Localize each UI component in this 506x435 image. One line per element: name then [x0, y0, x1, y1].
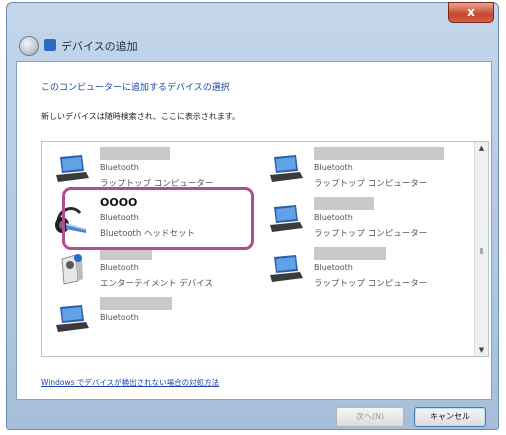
laptop-icon [270, 155, 303, 182]
dialog-content: このコンピューターに追加するデバイスの選択 新しいデバイスは随時検索され、ここに… [16, 61, 492, 400]
device-name-redacted [314, 197, 374, 210]
laptop-icon [56, 155, 89, 182]
device-type: Bluetooth [100, 213, 139, 222]
device-name-redacted [100, 297, 172, 310]
device-category: ラップトップ コンピューター [314, 179, 428, 189]
headset-icon [55, 207, 86, 233]
device-type: Bluetooth [100, 163, 139, 172]
title-bar: x デバイスの追加 [7, 2, 498, 63]
device-category: Bluetooth ヘッドセット [100, 229, 195, 239]
device-type: Bluetooth [314, 263, 353, 272]
device-item-headset[interactable]: OOOO Bluetooth Bluetooth ヘッドセット [48, 196, 248, 241]
device-name-redacted [100, 147, 170, 160]
back-button[interactable] [19, 36, 39, 56]
device-type: Bluetooth [314, 163, 353, 172]
device-name-redacted [314, 147, 444, 160]
device-name: OOOO [100, 196, 138, 209]
laptop-icon [270, 255, 303, 282]
close-button[interactable]: x [448, 2, 494, 23]
dialog-footer: 次へ(N) キャンセル [7, 399, 498, 429]
bluetooth-device-icon [44, 39, 56, 51]
help-link[interactable]: Windows でデバイスが検出されない場合の対処方法 [41, 377, 219, 388]
window-title: デバイスの追加 [61, 40, 138, 53]
page-subtext: 新しいデバイスは随時検索され、ここに表示されます。 [41, 112, 241, 121]
device-item[interactable]: Bluetooth ラップトップ コンピューター [262, 247, 462, 291]
cancel-button[interactable]: キャンセル [414, 407, 486, 427]
page-heading: このコンピューターに追加するデバイスの選択 [41, 83, 230, 93]
device-item[interactable]: Bluetooth ラップトップ コンピューター [262, 147, 462, 191]
device-item[interactable]: Bluetooth ラップトップ コンピューター [48, 147, 248, 191]
device-category: ラップトップ コンピューター [314, 229, 428, 239]
laptop-icon [56, 305, 89, 332]
device-item[interactable]: Bluetooth [48, 297, 248, 341]
scroll-up-icon[interactable]: ▲ [475, 142, 488, 154]
laptop-icon [270, 205, 303, 232]
device-list[interactable]: Bluetooth ラップトップ コンピューター Bluetooth ラップトッ… [41, 141, 489, 357]
device-name-redacted [314, 247, 386, 260]
device-item[interactable]: Bluetooth エンターテイメント デバイス [48, 247, 248, 291]
device-name-redacted [100, 247, 152, 260]
device-category: エンターテイメント デバイス [100, 279, 213, 289]
device-type: Bluetooth [100, 313, 139, 322]
device-category: ラップトップ コンピューター [100, 179, 214, 189]
device-type: Bluetooth [314, 213, 353, 222]
scrollbar-thumb[interactable] [480, 248, 483, 254]
next-button[interactable]: 次へ(N) [336, 407, 404, 427]
device-type: Bluetooth [100, 263, 139, 272]
device-item[interactable]: Bluetooth ラップトップ コンピューター [262, 197, 462, 241]
device-category: ラップトップ コンピューター [314, 279, 428, 289]
vertical-scrollbar[interactable]: ▲ ▼ [474, 142, 488, 356]
add-device-window: x デバイスの追加 このコンピューターに追加するデバイスの選択 新しいデバイスは… [6, 2, 499, 430]
scroll-down-icon[interactable]: ▼ [475, 344, 488, 356]
entertainment-device-icon [61, 254, 83, 285]
